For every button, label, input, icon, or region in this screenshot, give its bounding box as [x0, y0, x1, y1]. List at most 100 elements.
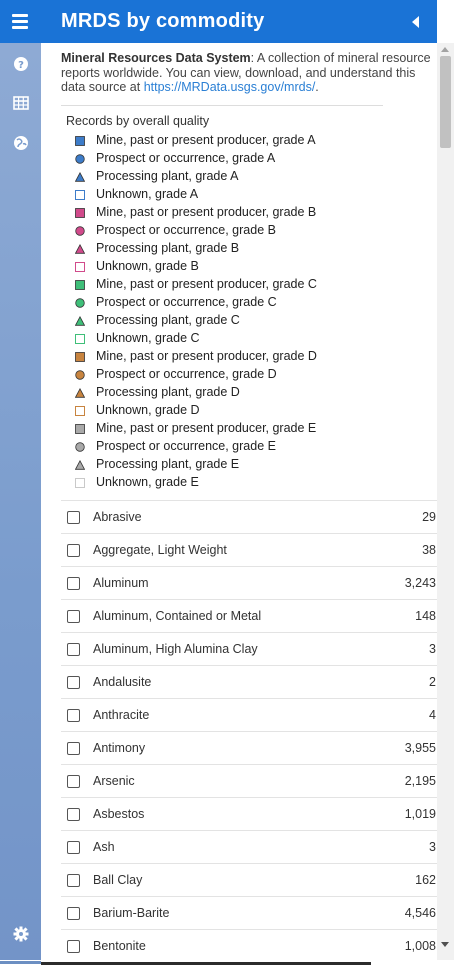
commodity-row[interactable]: Aluminum 3,243: [61, 566, 437, 599]
circle-marker-icon: [75, 297, 85, 308]
triangle-marker-icon: [74, 243, 86, 254]
legend-label: Unknown, grade B: [96, 259, 199, 273]
commodity-checkbox[interactable]: [67, 874, 80, 887]
circle-marker-icon: [75, 441, 85, 452]
description-end: .: [315, 80, 319, 94]
square-marker-icon: [75, 207, 85, 218]
globe-icon[interactable]: [11, 133, 31, 153]
description: Mineral Resources Data System: A collect…: [61, 51, 433, 95]
commodity-checkbox[interactable]: [67, 907, 80, 920]
triangle-marker-icon: [74, 315, 86, 326]
legend-label: Unknown, grade E: [96, 475, 199, 489]
commodity-row[interactable]: Arsenic 2,195: [61, 764, 437, 797]
commodity-row[interactable]: Aluminum, High Alumina Clay 3: [61, 632, 437, 665]
commodity-count: 2: [429, 675, 436, 689]
commodity-checkbox[interactable]: [67, 643, 80, 656]
scroll-up-arrow[interactable]: [441, 47, 449, 52]
commodity-row[interactable]: Andalusite 2: [61, 665, 437, 698]
commodity-checkbox[interactable]: [67, 709, 80, 722]
description-title: Mineral Resources Data System: [61, 51, 251, 65]
commodity-name: Aluminum, High Alumina Clay: [93, 642, 258, 656]
commodity-row[interactable]: Barium-Barite 4,546: [61, 896, 437, 929]
collapse-panel-icon[interactable]: [412, 16, 419, 28]
commodity-name: Ash: [93, 840, 115, 854]
legend-label: Processing plant, grade C: [96, 313, 240, 327]
legend-label: Mine, past or present producer, grade D: [96, 349, 317, 363]
page-title: MRDS by commodity: [61, 10, 265, 32]
commodity-count: 3: [429, 642, 436, 656]
commodity-count: 3: [429, 840, 436, 854]
legend-label: Mine, past or present producer, grade A: [96, 133, 316, 147]
commodity-row[interactable]: Anthracite 4: [61, 698, 437, 731]
commodity-checkbox[interactable]: [67, 511, 80, 524]
commodity-row[interactable]: Abrasive 29: [61, 500, 437, 533]
settings-icon[interactable]: [11, 924, 31, 944]
legend-label: Processing plant, grade E: [96, 457, 240, 471]
commodity-count: 3,955: [404, 741, 436, 755]
scrollbar[interactable]: [437, 43, 454, 960]
mrds-link[interactable]: https://MRData.usgs.gov/mrds/: [144, 80, 316, 94]
commodity-checkbox[interactable]: [67, 775, 80, 788]
svg-text:?: ?: [18, 60, 24, 71]
commodity-count: 29: [422, 510, 436, 524]
legend-label: Unknown, grade C: [96, 331, 200, 345]
commodity-checkbox[interactable]: [67, 577, 80, 590]
table-icon[interactable]: [11, 93, 31, 113]
commodity-row[interactable]: Bentonite 1,008: [61, 929, 437, 960]
legend-label: Prospect or occurrence, grade D: [96, 367, 277, 381]
help-icon[interactable]: ?: [11, 54, 31, 74]
legend-label: Prospect or occurrence, grade A: [96, 151, 276, 165]
commodity-row[interactable]: Asbestos 1,019: [61, 797, 437, 830]
circle-marker-icon: [75, 153, 85, 164]
content-panel: Mineral Resources Data System: A collect…: [41, 43, 437, 960]
commodity-name: Aggregate, Light Weight: [93, 543, 227, 557]
commodity-count: 162: [415, 873, 436, 887]
commodity-row[interactable]: Aluminum, Contained or Metal 148: [61, 599, 437, 632]
scroll-down-arrow[interactable]: [441, 942, 449, 947]
commodity-name: Arsenic: [93, 774, 135, 788]
legend-label: Unknown, grade D: [96, 403, 200, 417]
commodity-checkbox[interactable]: [67, 544, 80, 557]
legend-label: Prospect or occurrence, grade B: [96, 223, 276, 237]
triangle-marker-icon: [74, 387, 86, 398]
commodity-checkbox[interactable]: [67, 676, 80, 689]
legend-label: Mine, past or present producer, grade C: [96, 277, 317, 291]
commodity-count: 38: [422, 543, 436, 557]
commodity-name: Aluminum, Contained or Metal: [93, 609, 262, 623]
legend-label: Prospect or occurrence, grade C: [96, 295, 277, 309]
legend-label: Unknown, grade A: [96, 187, 199, 201]
commodity-name: Bentonite: [93, 939, 146, 953]
circle-marker-icon: [75, 369, 85, 380]
commodity-row[interactable]: Aggregate, Light Weight 38: [61, 533, 437, 566]
commodity-count: 1,019: [404, 807, 436, 821]
commodity-name: Andalusite: [93, 675, 152, 689]
commodity-checkbox[interactable]: [67, 742, 80, 755]
commodity-name: Antimony: [93, 741, 146, 755]
legend-label: Processing plant, grade D: [96, 385, 240, 399]
menu-icon[interactable]: [12, 14, 28, 29]
square-marker-icon: [75, 189, 85, 200]
scroll-thumb[interactable]: [440, 56, 451, 148]
commodity-count: 148: [415, 609, 436, 623]
legend-label: Mine, past or present producer, grade E: [96, 421, 317, 435]
commodity-name: Ball Clay: [93, 873, 143, 887]
commodity-checkbox[interactable]: [67, 610, 80, 623]
commodity-checkbox[interactable]: [67, 841, 80, 854]
commodity-checkbox[interactable]: [67, 808, 80, 821]
commodity-row[interactable]: Antimony 3,955: [61, 731, 437, 764]
commodity-row[interactable]: Ball Clay 162: [61, 863, 437, 896]
commodity-count: 1,008: [404, 939, 436, 953]
circle-marker-icon: [75, 225, 85, 236]
bottom-bar: [0, 960, 454, 965]
legend-label: Processing plant, grade B: [96, 241, 240, 255]
sidebar: ?: [0, 43, 41, 965]
commodity-list: Abrasive 29 Aggregate, Light Weight 38 Alumi…: [61, 500, 437, 960]
commodity-name: Barium-Barite: [93, 906, 170, 920]
commodity-checkbox[interactable]: [67, 940, 80, 953]
legend-label: Processing plant, grade A: [96, 169, 239, 183]
legend-title: Records by overall quality: [66, 114, 210, 128]
commodity-name: Asbestos: [93, 807, 145, 821]
commodity-name: Aluminum: [93, 576, 149, 590]
commodity-row[interactable]: Ash 3: [61, 830, 437, 863]
square-marker-icon: [75, 333, 85, 344]
